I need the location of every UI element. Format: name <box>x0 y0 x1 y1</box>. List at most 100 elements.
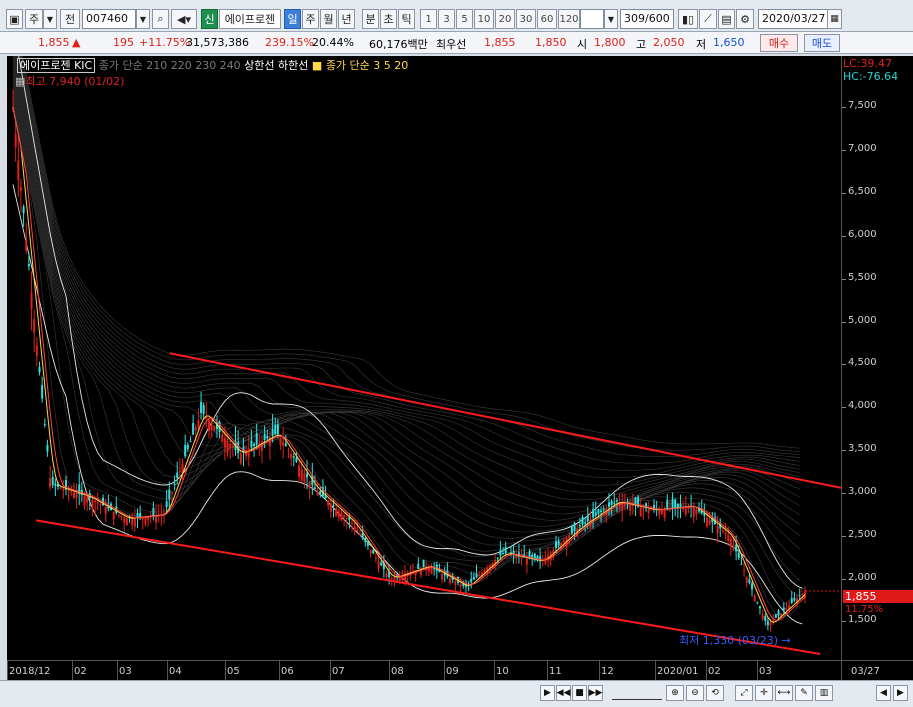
market-select[interactable]: 주 <box>25 9 43 29</box>
candle-body <box>748 579 751 584</box>
candle-body <box>213 426 216 431</box>
scroll-rewind-button[interactable]: ◀◀ <box>556 685 571 701</box>
y-tick-label: 7,500 <box>848 100 877 112</box>
candle-body <box>308 481 311 489</box>
search-icon[interactable]: ⌕ <box>152 9 169 29</box>
zoom-select-icon[interactable]: ⤢ <box>735 685 753 701</box>
scroll-play-button[interactable]: ▶ <box>540 685 555 701</box>
scroll-forward-button[interactable]: ▶▶ <box>588 685 603 701</box>
y-tick-label: 3,000 <box>848 485 877 497</box>
candle-body <box>247 449 250 458</box>
zoom-slider-track[interactable] <box>612 686 662 700</box>
scroll-left-button[interactable]: ◀ <box>876 685 891 701</box>
ask-price: 1,855 <box>484 36 516 49</box>
tab-minute[interactable]: 분 <box>362 9 379 29</box>
interval-3[interactable]: 3 <box>438 9 455 29</box>
interval-30[interactable]: 30 <box>516 9 536 29</box>
candle-body <box>197 420 200 428</box>
tab-daily[interactable]: 일 <box>284 9 301 29</box>
candle-body <box>499 550 502 556</box>
date-input[interactable]: 2020/03/27 <box>758 9 828 29</box>
sell-button[interactable]: 매도 <box>804 34 840 52</box>
candle-body <box>374 557 377 559</box>
price-axis[interactable]: 7,500 7,000 6,500 6,000 5,500 5,000 4,500 4,000… <box>841 56 913 660</box>
interval-120[interactable]: 120 <box>558 9 580 29</box>
save-icon[interactable]: ▤ <box>718 9 735 29</box>
interval-dropdown-icon[interactable]: ▼ <box>604 9 618 29</box>
tab-tick[interactable]: 틱 <box>398 9 415 29</box>
candle-body <box>592 509 595 518</box>
candle-body <box>112 511 115 520</box>
candle-body <box>70 491 73 493</box>
candle-body <box>740 563 743 565</box>
line-tool-icon[interactable]: ⟋ <box>699 9 717 29</box>
candle-body <box>578 525 581 527</box>
prev-button[interactable]: 전 <box>60 9 80 29</box>
tab-second[interactable]: 초 <box>380 9 397 29</box>
candle-body <box>613 502 616 504</box>
interval-input[interactable] <box>580 9 604 29</box>
candle-body <box>433 568 436 570</box>
candle-body <box>772 620 775 622</box>
zoom-reset-icon[interactable]: ⟲ <box>706 685 724 701</box>
crosshair-icon[interactable]: ✛ <box>755 685 773 701</box>
scroll-stop-button[interactable]: ■ <box>572 685 587 701</box>
candle-body <box>793 597 796 601</box>
candle-body <box>631 505 634 507</box>
candle-body <box>152 507 155 516</box>
price-chart[interactable]: 에이프로젠 KIC 종가 단순 210 220 230 240 상한선 하한선 … <box>7 56 841 660</box>
x-tick-separator <box>279 661 280 681</box>
code-input[interactable]: 007460 <box>82 9 136 29</box>
gear-icon[interactable]: ⚙ <box>736 9 754 29</box>
candle-body <box>356 530 359 532</box>
interval-10[interactable]: 10 <box>474 9 494 29</box>
x-tick-label: 11 <box>549 666 562 677</box>
code-dropdown-icon[interactable]: ▼ <box>136 9 150 29</box>
tab-yearly[interactable]: 년 <box>338 9 355 29</box>
calendar-icon[interactable]: ▦ <box>827 9 842 29</box>
candle-body <box>290 453 293 459</box>
max-price-text: 최고 7,940 (01/02) <box>25 75 125 88</box>
candle-body <box>33 319 36 333</box>
ma-fan-line <box>15 56 800 493</box>
buy-button[interactable]: 매수 <box>760 34 798 52</box>
measure-icon[interactable]: ⟷ <box>775 685 793 701</box>
x-tick-label: 03 <box>119 666 132 677</box>
candle-body <box>131 517 134 526</box>
zoom-in-icon[interactable]: ⊕ <box>666 685 684 701</box>
count-display[interactable]: 309/600 <box>620 9 674 29</box>
y-tick-mark <box>842 150 846 152</box>
candle-body <box>502 553 505 555</box>
chevron-down-icon[interactable]: ▼ <box>43 9 57 29</box>
y-tick-mark <box>842 578 846 580</box>
candle-body <box>327 500 330 506</box>
interval-1[interactable]: 1 <box>420 9 437 29</box>
sound-icon[interactable]: ◀▾ <box>171 9 197 29</box>
new-badge[interactable]: 신 <box>201 9 218 29</box>
candle-body <box>716 526 719 534</box>
count-value: 309 <box>624 12 645 25</box>
low-price: 1,650 <box>713 36 745 49</box>
quote-bar: 1,855 ▲ 195 +11.75% 31,573,386 239.15% 2… <box>0 32 913 54</box>
candle-body <box>504 547 507 554</box>
draw-icon[interactable]: ✎ <box>795 685 813 701</box>
settings-small-icon[interactable]: ▥ <box>815 685 833 701</box>
interval-20[interactable]: 20 <box>495 9 515 29</box>
window-icon[interactable]: ▣ <box>6 9 23 29</box>
date-axis[interactable]: 2018/12 02 03 04 05 06 07 08 09 10 11 12 2020/01 02 03 <box>7 660 841 681</box>
y-tick-label: 3,500 <box>848 443 877 455</box>
interval-60[interactable]: 60 <box>537 9 557 29</box>
zoom-out-icon[interactable]: ⊖ <box>686 685 704 701</box>
tab-monthly[interactable]: 월 <box>320 9 337 29</box>
candle-type-icon[interactable]: ▮▯ <box>678 9 698 29</box>
candle-body <box>544 557 547 564</box>
candle-body <box>353 526 356 531</box>
candle-body <box>46 445 49 452</box>
scroll-right-button[interactable]: ▶ <box>893 685 908 701</box>
candle-body <box>785 608 788 610</box>
candle-body <box>170 492 173 494</box>
tab-weekly[interactable]: 주 <box>302 9 319 29</box>
interval-5[interactable]: 5 <box>456 9 473 29</box>
candle-body <box>284 443 287 447</box>
channel-upper-line <box>169 352 841 489</box>
